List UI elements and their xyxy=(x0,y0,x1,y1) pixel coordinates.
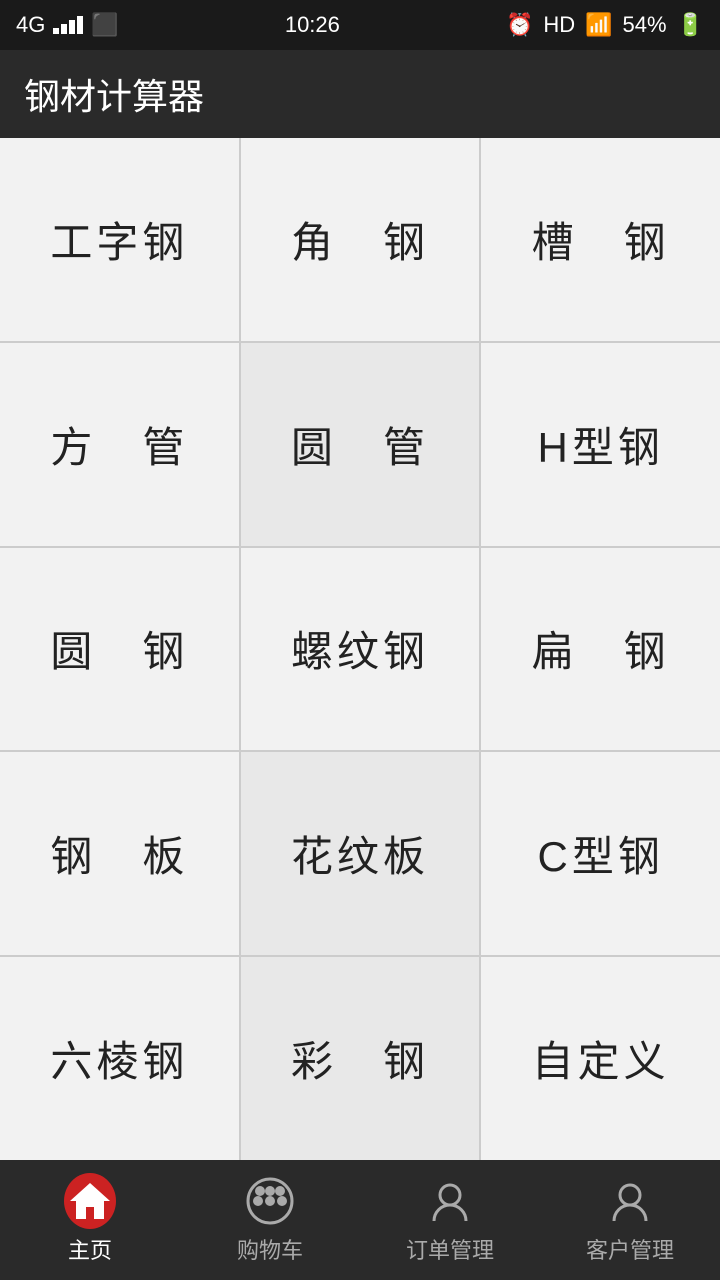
alarm-icon: ⏰ xyxy=(506,12,533,38)
nav-item-orders[interactable]: 订单管理 xyxy=(360,1160,540,1280)
app-title: 钢材计算器 xyxy=(24,68,204,120)
time-display: 10:26 xyxy=(285,12,340,38)
nav-home-label: 主页 xyxy=(68,1233,112,1265)
status-right: ⏰ HD 📶 54% 🔋 xyxy=(506,12,704,38)
status-bar: 4G ⬛ 10:26 ⏰ HD 📶 54% 🔋 xyxy=(0,0,720,50)
customers-svg xyxy=(606,1177,654,1225)
material-grid: 工字钢角 钢槽 钢方 管圆 管H型钢圆 钢螺纹钢扁 钢钢 板花纹板C型钢六棱钢彩… xyxy=(0,138,720,1160)
title-bar: 钢材计算器 xyxy=(0,50,720,138)
grid-item-luo-wen-gang[interactable]: 螺纹钢 xyxy=(241,548,480,751)
bottom-nav: 主页 购物车 xyxy=(0,1160,720,1280)
orders-svg xyxy=(426,1177,474,1225)
nav-orders-label: 订单管理 xyxy=(406,1233,494,1265)
nav-cart-label: 购物车 xyxy=(237,1233,303,1265)
grid-item-yuan-guan[interactable]: 圆 管 xyxy=(241,343,480,546)
nav-item-customers[interactable]: 客户管理 xyxy=(540,1160,720,1280)
network-label: 4G xyxy=(16,12,45,38)
home-icon xyxy=(64,1175,116,1227)
grid-item-jiao-gang[interactable]: 角 钢 xyxy=(241,138,480,341)
status-left: 4G ⬛ xyxy=(16,12,119,38)
grid-item-hua-wen-ban[interactable]: 花纹板 xyxy=(241,752,480,955)
grid-item-cao-gang[interactable]: 槽 钢 xyxy=(481,138,720,341)
grid-item-bian-gang[interactable]: 扁 钢 xyxy=(481,548,720,751)
home-svg xyxy=(66,1177,114,1225)
grid-item-yuan-gang[interactable]: 圆 钢 xyxy=(0,548,239,751)
wifi-icon: 📶 xyxy=(585,12,612,38)
orders-icon xyxy=(424,1175,476,1227)
battery-icon: 🔋 xyxy=(677,12,704,38)
grid-item-fang-guan[interactable]: 方 管 xyxy=(0,343,239,546)
cart-icon xyxy=(244,1175,296,1227)
battery-label: 54% xyxy=(623,12,667,38)
cart-svg xyxy=(246,1177,294,1225)
nav-item-cart[interactable]: 购物车 xyxy=(180,1160,360,1280)
grid-item-zi-ding-yi[interactable]: 自定义 xyxy=(481,957,720,1160)
nav-item-home[interactable]: 主页 xyxy=(0,1160,180,1280)
grid-item-liu-leng-gang[interactable]: 六棱钢 xyxy=(0,957,239,1160)
customers-icon xyxy=(604,1175,656,1227)
android-icon: ⬛ xyxy=(91,12,118,38)
signal-icon xyxy=(53,16,83,34)
nav-customers-label: 客户管理 xyxy=(586,1233,674,1265)
grid-item-cai-gang[interactable]: 彩 钢 xyxy=(241,957,480,1160)
grid-item-h-xing-gang[interactable]: H型钢 xyxy=(481,343,720,546)
grid-item-c-xing-gang[interactable]: C型钢 xyxy=(481,752,720,955)
grid-item-gong-zi-gang[interactable]: 工字钢 xyxy=(0,138,239,341)
hd-label: HD xyxy=(543,12,575,38)
grid-item-gang-ban[interactable]: 钢 板 xyxy=(0,752,239,955)
